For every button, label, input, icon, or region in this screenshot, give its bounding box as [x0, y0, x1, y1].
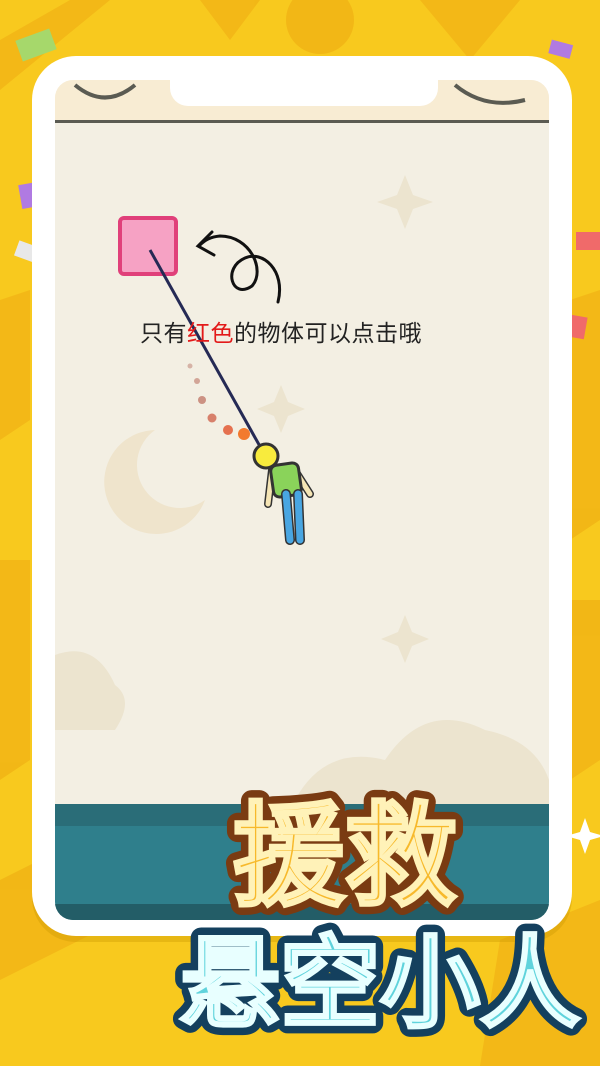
promo-title: 援救 援救 悬空小人 悬空小人: [171, 783, 589, 1051]
title-line2: 悬空小人: [180, 925, 580, 1042]
title-line1: 援救: [233, 792, 457, 922]
